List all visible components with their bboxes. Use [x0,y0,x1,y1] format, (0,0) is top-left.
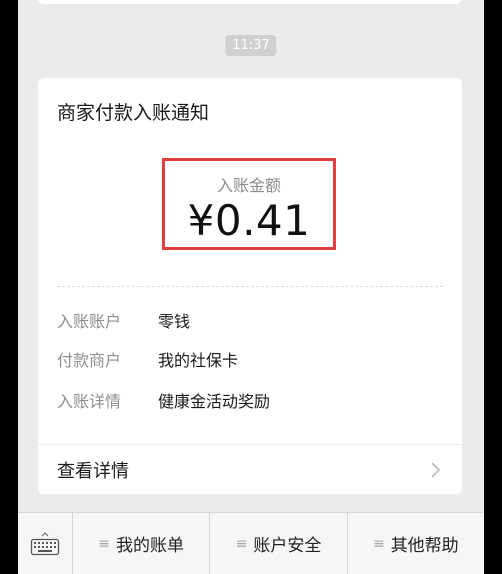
bottom-menu-bar: ≡ 我的账单 ≡ 账户安全 ≡ 其他帮助 [18,512,484,574]
menu-lines-icon: ≡ [98,535,111,552]
previous-message-card [38,0,462,4]
menu-lines-icon: ≡ [372,535,385,552]
menu-my-bills[interactable]: ≡ 我的账单 [73,513,211,574]
amount-value: ¥0.41 [187,196,311,245]
info-row-account: 入账账户 零钱 [57,308,190,332]
chevron-right-icon[interactable] [430,460,442,480]
card-divider [38,444,462,445]
menu-account-security[interactable]: ≡ 账户安全 [210,513,348,574]
chat-screen: 11:37 商家付款入账通知 入账金额 ¥0.41 入账账户 零钱 付款商户 我… [18,0,484,574]
amount-label: 入账金额 [216,176,281,195]
info-key: 付款商户 [57,351,122,370]
keyboard-icon [30,531,60,555]
card-title: 商家付款入账通知 [57,102,210,124]
info-value: 健康金活动奖励 [158,392,271,411]
message-timestamp: 11:37 [225,35,277,56]
info-key: 入账详情 [57,392,122,411]
dashed-divider [57,286,443,287]
info-key: 入账账户 [57,312,122,331]
menu-label: 其他帮助 [390,536,459,556]
menu-label: 账户安全 [253,536,322,556]
view-details-link[interactable]: 查看详情 [57,457,129,483]
menu-other-help[interactable]: ≡ 其他帮助 [348,513,484,574]
info-row-merchant: 付款商户 我的社保卡 [57,347,238,371]
info-row-details: 入账详情 健康金活动奖励 [57,388,270,412]
keyboard-toggle-button[interactable] [18,513,73,574]
menu-label: 我的账单 [116,536,185,556]
menu-lines-icon: ≡ [235,535,248,552]
info-value: 我的社保卡 [158,351,239,370]
amount-highlight-box: 入账金额 ¥0.41 [162,158,336,250]
info-value: 零钱 [158,312,191,331]
payment-notification-card[interactable]: 商家付款入账通知 入账金额 ¥0.41 入账账户 零钱 付款商户 我的社保卡 入… [38,78,462,494]
